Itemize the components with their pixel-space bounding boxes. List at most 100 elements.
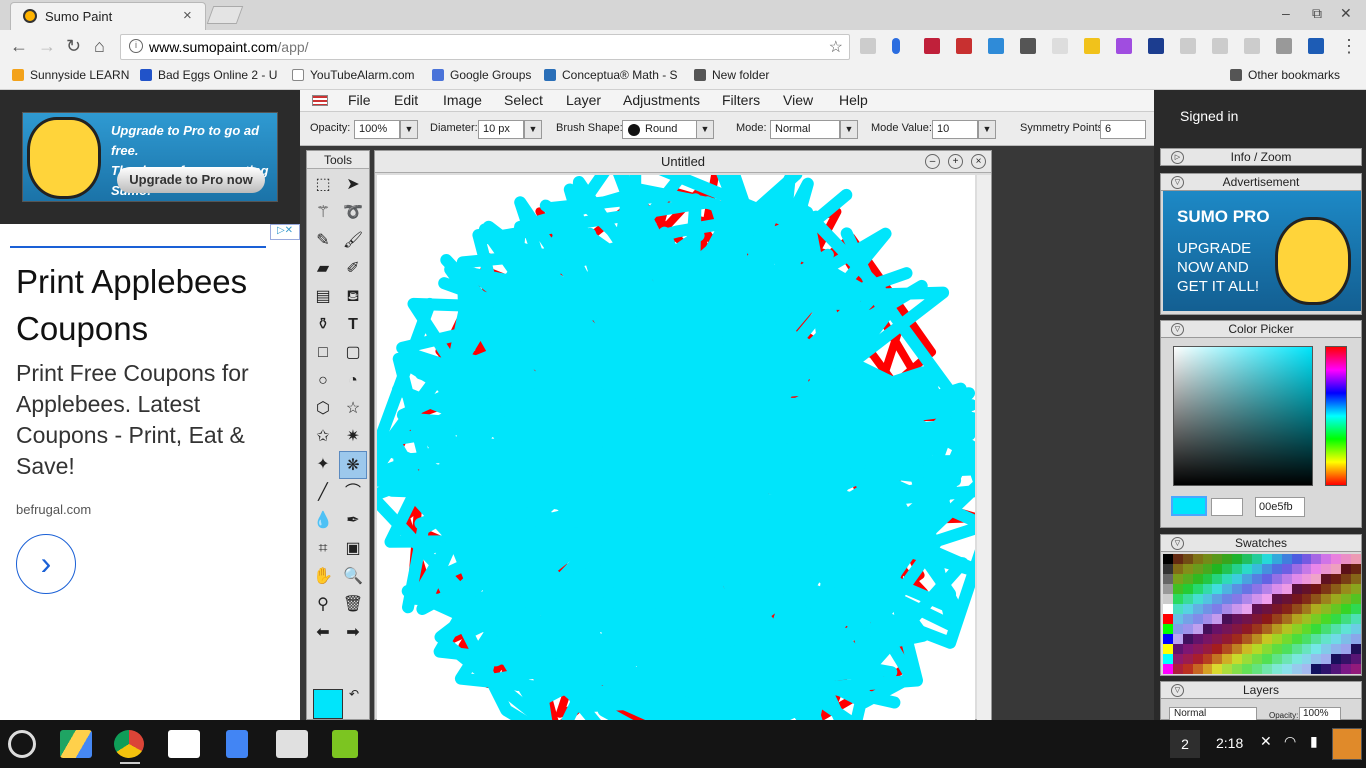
gradient-tool-icon[interactable]: ▤ (309, 283, 337, 311)
color-swatch[interactable] (1291, 644, 1302, 654)
color-swatch[interactable] (1271, 564, 1282, 574)
color-swatch[interactable] (1242, 624, 1253, 634)
dodge-tool-icon[interactable]: ✒ (339, 507, 367, 535)
color-swatch[interactable] (1232, 644, 1243, 654)
color-swatch[interactable] (1202, 574, 1213, 584)
extension-icon[interactable] (1212, 38, 1228, 54)
color-swatch[interactable] (1281, 584, 1292, 594)
color-swatch[interactable] (1242, 634, 1253, 644)
color-swatch[interactable] (1291, 564, 1302, 574)
stamp-tool-icon[interactable]: ⚱ (309, 311, 337, 339)
color-swatch[interactable] (1291, 614, 1302, 624)
color-swatch[interactable] (1291, 654, 1302, 664)
menu-layer[interactable]: Layer (566, 92, 601, 108)
color-swatch[interactable] (1182, 554, 1193, 564)
color-swatch[interactable] (1163, 564, 1173, 574)
color-swatch[interactable] (1341, 564, 1352, 574)
brush-tool-icon[interactable]: 🖌 (339, 227, 367, 255)
color-swatch[interactable] (1163, 654, 1173, 664)
color-swatch[interactable] (1163, 634, 1173, 644)
color-swatch[interactable] (1351, 644, 1361, 654)
color-swatch[interactable] (1301, 574, 1312, 584)
home-icon[interactable]: ⌂ (94, 36, 105, 57)
menu-view[interactable]: View (783, 92, 813, 108)
new-tab-button[interactable] (206, 6, 244, 24)
extension-icon[interactable] (1116, 38, 1132, 54)
color-swatch[interactable] (1232, 664, 1243, 674)
color-swatch[interactable] (1242, 614, 1253, 624)
color-swatch[interactable] (1232, 614, 1243, 624)
color-swatch[interactable] (1232, 634, 1243, 644)
color-swatch[interactable] (1172, 584, 1183, 594)
color-swatch[interactable] (1331, 564, 1342, 574)
color-picker-header[interactable]: ▽ Color Picker (1160, 320, 1362, 338)
color-swatch[interactable] (1261, 604, 1272, 614)
color-swatch[interactable] (1192, 574, 1203, 584)
transform-tool-icon[interactable]: ▣ (339, 535, 367, 563)
mode-dropdown-icon[interactable]: ▼ (840, 120, 858, 139)
color-swatch[interactable] (1252, 604, 1262, 614)
color-swatch[interactable] (1341, 574, 1352, 584)
color-swatch[interactable] (1311, 584, 1322, 594)
menu-help[interactable]: Help (839, 92, 868, 108)
color-swatch[interactable] (1172, 554, 1183, 564)
color-swatch[interactable] (1301, 604, 1312, 614)
color-swatch[interactable] (1311, 664, 1322, 674)
color-swatch[interactable] (1281, 654, 1292, 664)
trash-tool-icon[interactable]: 🗑 (339, 591, 367, 619)
color-swatch[interactable] (1163, 664, 1173, 674)
color-swatch[interactable] (1341, 644, 1352, 654)
color-swatch[interactable] (1202, 624, 1213, 634)
notification-badge[interactable]: 2 (1170, 730, 1200, 758)
color-swatch[interactable] (1202, 594, 1213, 604)
color-swatch[interactable] (1212, 604, 1223, 614)
color-swatch[interactable] (1252, 594, 1262, 604)
color-swatch[interactable] (1331, 634, 1342, 644)
color-swatch[interactable] (1242, 644, 1253, 654)
color-swatch[interactable] (1182, 614, 1193, 624)
color-swatch[interactable] (1341, 594, 1352, 604)
color-swatch[interactable] (1242, 584, 1253, 594)
color-swatch[interactable] (1321, 594, 1332, 604)
saturation-gradient[interactable] (1173, 346, 1313, 486)
color-swatch[interactable] (1232, 594, 1243, 604)
extension-icon[interactable] (1084, 38, 1100, 54)
extension-icon[interactable] (1052, 38, 1068, 54)
extension-icon[interactable] (1020, 38, 1036, 54)
lasso-tool-icon[interactable]: ➰ (339, 199, 367, 227)
color-swatch[interactable] (1242, 594, 1253, 604)
color-swatch[interactable] (1351, 624, 1361, 634)
color-swatch[interactable] (1271, 624, 1282, 634)
pencil-tool-icon[interactable]: ✎ (309, 227, 337, 255)
rectangle-tool-icon[interactable]: □ (309, 339, 337, 367)
color-swatch[interactable] (1163, 624, 1173, 634)
color-swatch[interactable] (1281, 554, 1292, 564)
color-swatch[interactable] (1163, 644, 1173, 654)
canvas-scrollbar[interactable] (977, 175, 991, 721)
launcher-icon[interactable] (8, 730, 36, 758)
menu-edit[interactable]: Edit (394, 92, 418, 108)
curve-tool-icon[interactable]: ⌒ (339, 479, 367, 507)
status-tray[interactable]: 2:18 ✕ ◠ ▮ (1210, 730, 1330, 760)
bookmark-new-folder[interactable]: New folder (694, 68, 769, 82)
color-swatch[interactable] (1202, 564, 1213, 574)
diameter-field[interactable]: 10 px (478, 120, 524, 139)
color-swatch[interactable] (1242, 554, 1253, 564)
color-swatch[interactable] (1301, 624, 1312, 634)
language-flag-icon[interactable] (312, 95, 328, 106)
color-swatch[interactable] (1311, 564, 1322, 574)
ad-site[interactable]: befrugal.com (16, 502, 91, 517)
close-window-button[interactable]: ✕ (1340, 5, 1352, 22)
color-swatch[interactable] (1252, 634, 1262, 644)
color-swatch[interactable] (1252, 644, 1262, 654)
chevron-right-icon[interactable]: › (16, 534, 76, 594)
color-swatch[interactable] (1192, 624, 1203, 634)
color-swatch[interactable] (1331, 584, 1342, 594)
info-icon[interactable]: i (129, 39, 143, 53)
color-swatch[interactable] (1252, 564, 1262, 574)
swatch-grid[interactable] (1163, 554, 1361, 674)
color-swatch[interactable] (1192, 664, 1203, 674)
color-swatch[interactable] (1321, 574, 1332, 584)
color-swatch[interactable] (1291, 664, 1302, 674)
polygon-tool-icon[interactable]: ⬡ (309, 395, 337, 423)
